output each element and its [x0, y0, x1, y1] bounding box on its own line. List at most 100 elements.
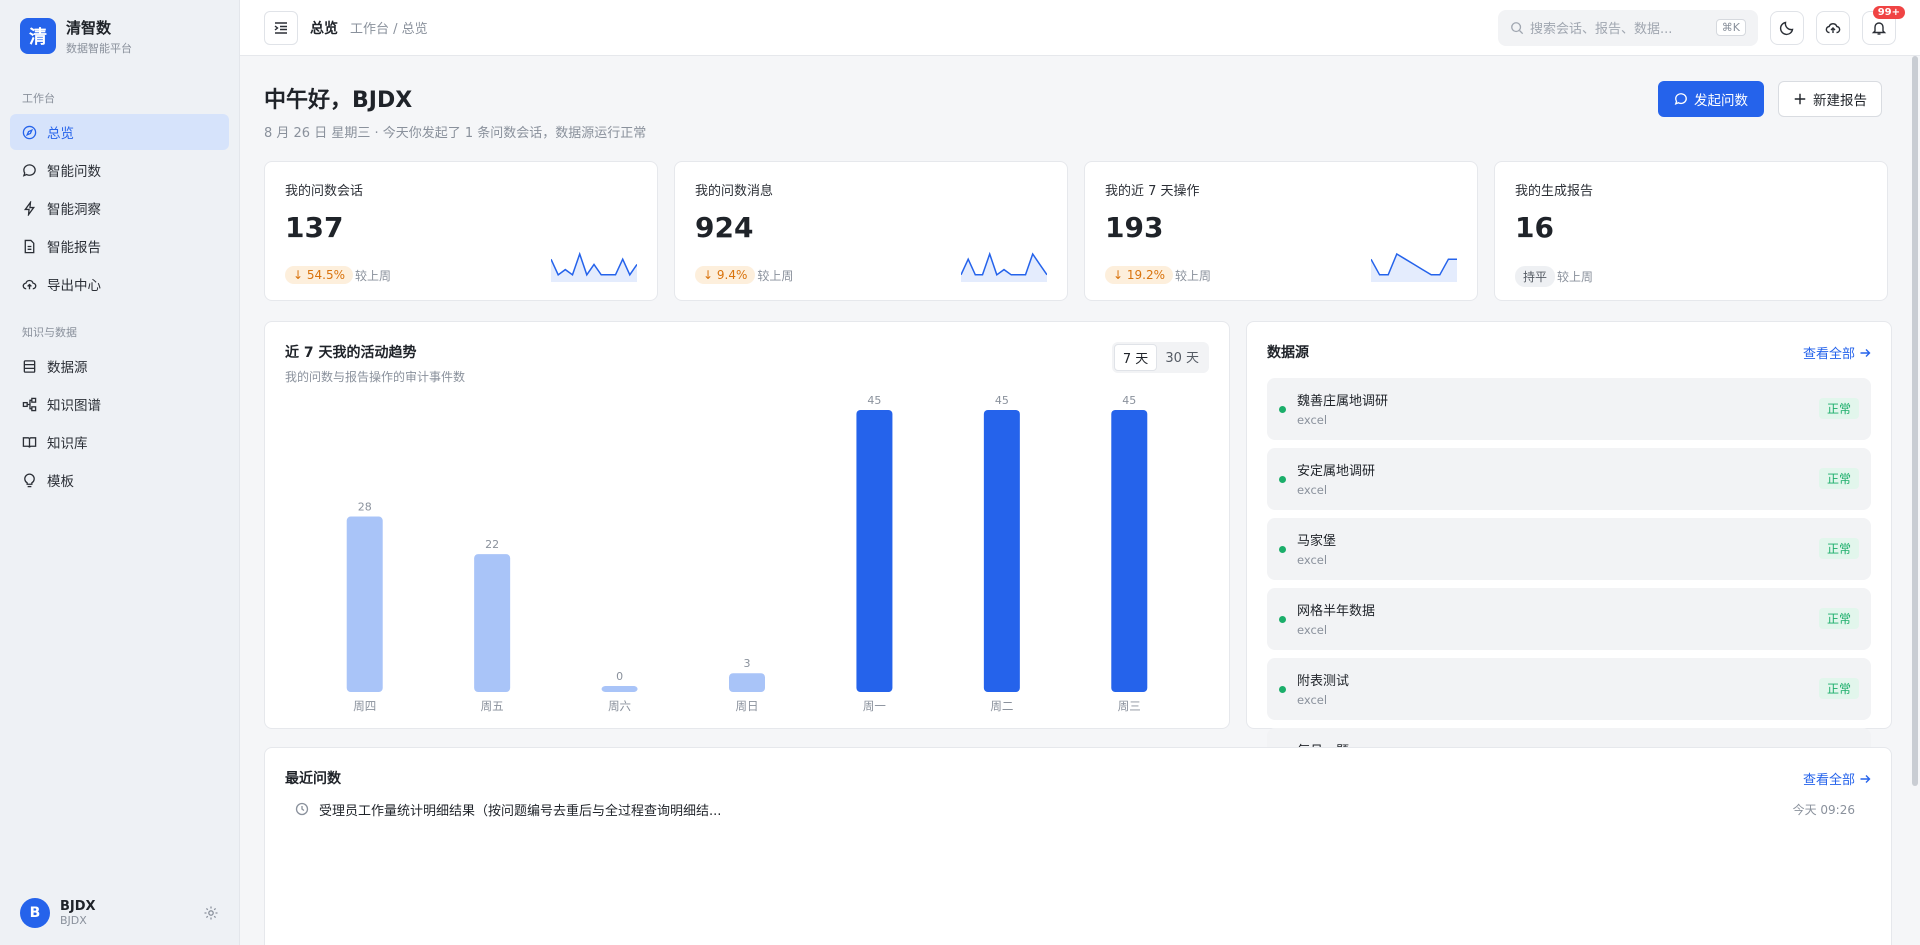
status-badge: 正常: [1818, 608, 1859, 629]
page-scrollbar[interactable]: [1912, 56, 1918, 786]
sidebar-item-smart-insight[interactable]: 智能洞察: [10, 190, 229, 226]
bar-value-label: 45: [867, 394, 881, 407]
avatar: B: [20, 898, 50, 928]
chart-bar[interactable]: [346, 516, 383, 692]
chart-bar[interactable]: [983, 410, 1020, 692]
chart-bar[interactable]: [856, 410, 893, 692]
stat-card-operations[interactable]: 我的近 7 天操作 193 ↓ 19.2% 较上周: [1084, 161, 1478, 301]
datasource-view-all-link[interactable]: 查看全部: [1803, 343, 1871, 362]
bar-value-label: 45: [1122, 394, 1136, 407]
datasource-card: 数据源 查看全部 魏善庄属地调研 excel 正常 安定属地调研 excel 正常 马家堡 e…: [1246, 321, 1892, 790]
sparkline: [551, 251, 637, 282]
search-placeholder: 搜索会话、报告、数据...: [1530, 22, 1673, 37]
range-30d[interactable]: 30 天: [1157, 344, 1207, 371]
sidebar-item-label: 总览: [47, 126, 74, 142]
new-report-button[interactable]: 新建报告: [1778, 81, 1882, 117]
sidebar-item-datasource[interactable]: 数据源: [10, 348, 229, 384]
breadcrumb: 工作台 / 总览: [350, 22, 428, 37]
greeting: 中午好，BJDX: [264, 88, 413, 113]
compass-icon: [22, 125, 37, 139]
stat-value: 193: [1105, 211, 1164, 244]
stat-delta: 持平: [1515, 266, 1556, 287]
stat-card-reports[interactable]: 我的生成报告 16 持平 较上周: [1494, 161, 1888, 301]
datasource-name: 安定属地调研: [1297, 464, 1376, 479]
x-tick-label: 周五: [481, 699, 504, 713]
bar-value-label: 22: [485, 538, 499, 551]
notifications-button[interactable]: 99+: [1862, 5, 1905, 45]
stat-card-messages[interactable]: 我的问数消息 924 ↓ 9.4% 较上周: [674, 161, 1068, 301]
recent-title: 最近问数: [285, 771, 341, 787]
chat-icon: [1674, 93, 1687, 105]
status-badge: 正常: [1818, 468, 1859, 489]
x-tick-label: 周三: [1118, 699, 1141, 713]
stat-compare: 较上周: [1557, 270, 1594, 284]
range-7d[interactable]: 7 天: [1113, 344, 1158, 371]
plus-icon: [1794, 93, 1806, 105]
gear-icon[interactable]: [203, 905, 219, 921]
datasource-type: excel: [1297, 483, 1328, 497]
cloud-upload-icon: [22, 279, 37, 289]
toggle-sidebar-button[interactable]: [264, 10, 298, 45]
stat-label: 我的问数会话: [285, 184, 364, 199]
stat-card-sessions[interactable]: 我的问数会话 137 ↓ 54.5% 较上周: [264, 161, 658, 301]
x-tick-label: 周日: [736, 699, 759, 713]
sidebar-item-knowledge-base[interactable]: 知识库: [10, 424, 229, 460]
sidebar-item-label: 模板: [47, 474, 74, 490]
moon-icon: [1779, 21, 1794, 35]
sidebar-item-overview[interactable]: 总览: [10, 114, 229, 150]
sidebar-item-smart-report[interactable]: 智能报告: [10, 228, 229, 264]
stat-compare: 较上周: [757, 268, 794, 283]
sidebar-item-label: 智能问数: [47, 164, 101, 180]
greeting-subline: 8 月 26 日 星期三 · 今天你发起了 1 条问数会话，数据源运行正常: [264, 126, 647, 141]
user-name: BJDX: [60, 899, 96, 914]
stat-compare: 较上周: [1175, 268, 1212, 283]
chart-bar[interactable]: [1111, 410, 1148, 692]
sidebar-item-knowledge-graph[interactable]: 知识图谱: [10, 386, 229, 422]
start-query-button[interactable]: 发起问数: [1658, 81, 1764, 117]
sparkline-area: [551, 254, 637, 282]
datasource-name: 魏善庄属地调研: [1297, 394, 1389, 409]
x-tick-label: 周四: [353, 699, 376, 713]
activity-card: 近 7 天我的活动趋势 我的问数与报告操作的审计事件数 7 天 30 天 28 周…: [264, 321, 1230, 729]
sidebar-item-export[interactable]: 导出中心: [10, 266, 229, 302]
stat-label: 我的问数消息: [695, 184, 774, 199]
sidebar-item-smart-query[interactable]: 智能问数: [10, 152, 229, 188]
bolt-icon: [23, 200, 36, 216]
status-dot: [1279, 406, 1286, 413]
recent-query-text: 受理员工作量统计明细结果（按问题编号去重后与全过程查询明细结...: [319, 803, 722, 819]
new-report-label: 新建报告: [1813, 93, 1867, 109]
theme-toggle-button[interactable]: [1770, 10, 1804, 45]
chart-bar[interactable]: [729, 673, 765, 692]
user-subname: BJDX: [60, 914, 87, 927]
brand[interactable]: 清 清智数 数据智能平台: [0, 0, 239, 72]
datasource-type: excel: [1297, 553, 1328, 567]
page-title: 总览: [310, 20, 338, 37]
user-profile[interactable]: B BJDX BJDX: [0, 881, 239, 945]
upload-button[interactable]: [1816, 10, 1850, 45]
view-all-label: 查看全部: [1802, 773, 1855, 788]
cloud-upload-icon: [1825, 22, 1841, 33]
sidebar-item-label: 智能报告: [47, 240, 101, 256]
datasource-item[interactable]: 网格半年数据 excel 正常: [1267, 588, 1871, 650]
nav-group-workbench: 工作台: [22, 92, 55, 105]
datasource-title: 数据源: [1267, 345, 1309, 361]
sidebar-item-templates[interactable]: 模板: [10, 462, 229, 498]
list-item[interactable]: 受理员工作量统计明细结果（按问题编号去重后与全过程查询明细结... 今天 09:…: [295, 796, 1855, 822]
datasource-item[interactable]: 附表测试 excel 正常: [1267, 658, 1871, 720]
search-input[interactable]: 搜索会话、报告、数据... ⌘K: [1498, 9, 1758, 46]
recent-view-all-link[interactable]: 查看全部: [1803, 769, 1871, 788]
chart-bar[interactable]: [601, 686, 638, 692]
stat-delta: ↓ 9.4%: [695, 266, 756, 284]
datasource-item[interactable]: 马家堡 excel 正常: [1267, 518, 1871, 580]
arrow-right-icon: [1860, 774, 1871, 783]
recent-query-time: 今天 09:26: [1792, 802, 1855, 817]
status-badge: 正常: [1818, 538, 1859, 559]
stat-value: 16: [1515, 211, 1554, 244]
datasource-type: excel: [1297, 693, 1328, 707]
chart-bar[interactable]: [474, 554, 511, 692]
datasource-item[interactable]: 安定属地调研 excel 正常: [1267, 448, 1871, 510]
datasource-item[interactable]: 魏善庄属地调研 excel 正常: [1267, 378, 1871, 440]
bar-value-label: 3: [744, 657, 751, 670]
sparkline-area: [961, 254, 1047, 282]
sparkline: [961, 251, 1047, 282]
